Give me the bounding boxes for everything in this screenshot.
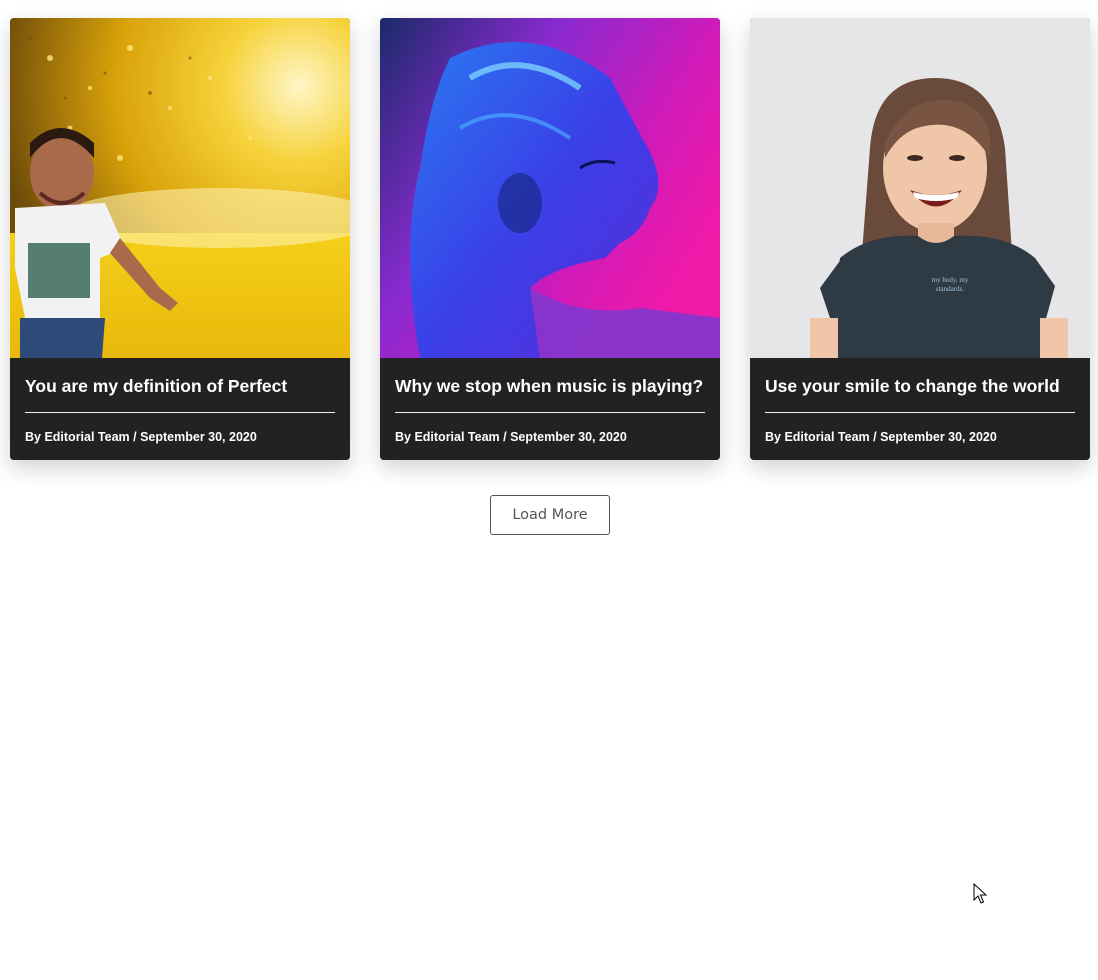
post-grid: You are my definition of Perfect By Edit…	[10, 18, 1090, 460]
post-card-body: Use your smile to change the world By Ed…	[750, 358, 1090, 460]
post-title[interactable]: Why we stop when music is playing?	[395, 374, 705, 398]
post-image-smiling-woman[interactable]: my body, my standards.	[750, 18, 1090, 358]
post-card-body: You are my definition of Perfect By Edit…	[10, 358, 350, 460]
arrow-pointer-icon	[973, 883, 987, 904]
post-card[interactable]: You are my definition of Perfect By Edit…	[10, 18, 350, 460]
post-image-child-running[interactable]	[10, 18, 350, 358]
post-card-body: Why we stop when music is playing? By Ed…	[380, 358, 720, 460]
child-running-photo	[10, 18, 350, 358]
post-meta: By Editorial Team / September 30, 2020	[765, 430, 997, 444]
smiling-woman-photo	[750, 18, 1090, 358]
post-divider	[395, 412, 705, 413]
post-card[interactable]: my body, my standards. Use your smile to…	[750, 18, 1090, 460]
shirt-text: my body, my standards.	[931, 276, 969, 293]
post-image-neon-profile[interactable]	[380, 18, 720, 358]
page: You are my definition of Perfect By Edit…	[0, 0, 1098, 980]
post-meta: By Editorial Team / September 30, 2020	[25, 430, 257, 444]
post-card[interactable]: Why we stop when music is playing? By Ed…	[380, 18, 720, 460]
neon-profile-photo	[380, 18, 720, 358]
post-title[interactable]: Use your smile to change the world	[765, 374, 1075, 398]
post-divider	[765, 412, 1075, 413]
post-title[interactable]: You are my definition of Perfect	[25, 374, 335, 398]
post-divider	[25, 412, 335, 413]
post-meta: By Editorial Team / September 30, 2020	[395, 430, 627, 444]
load-more-button[interactable]: Load More	[490, 495, 610, 535]
